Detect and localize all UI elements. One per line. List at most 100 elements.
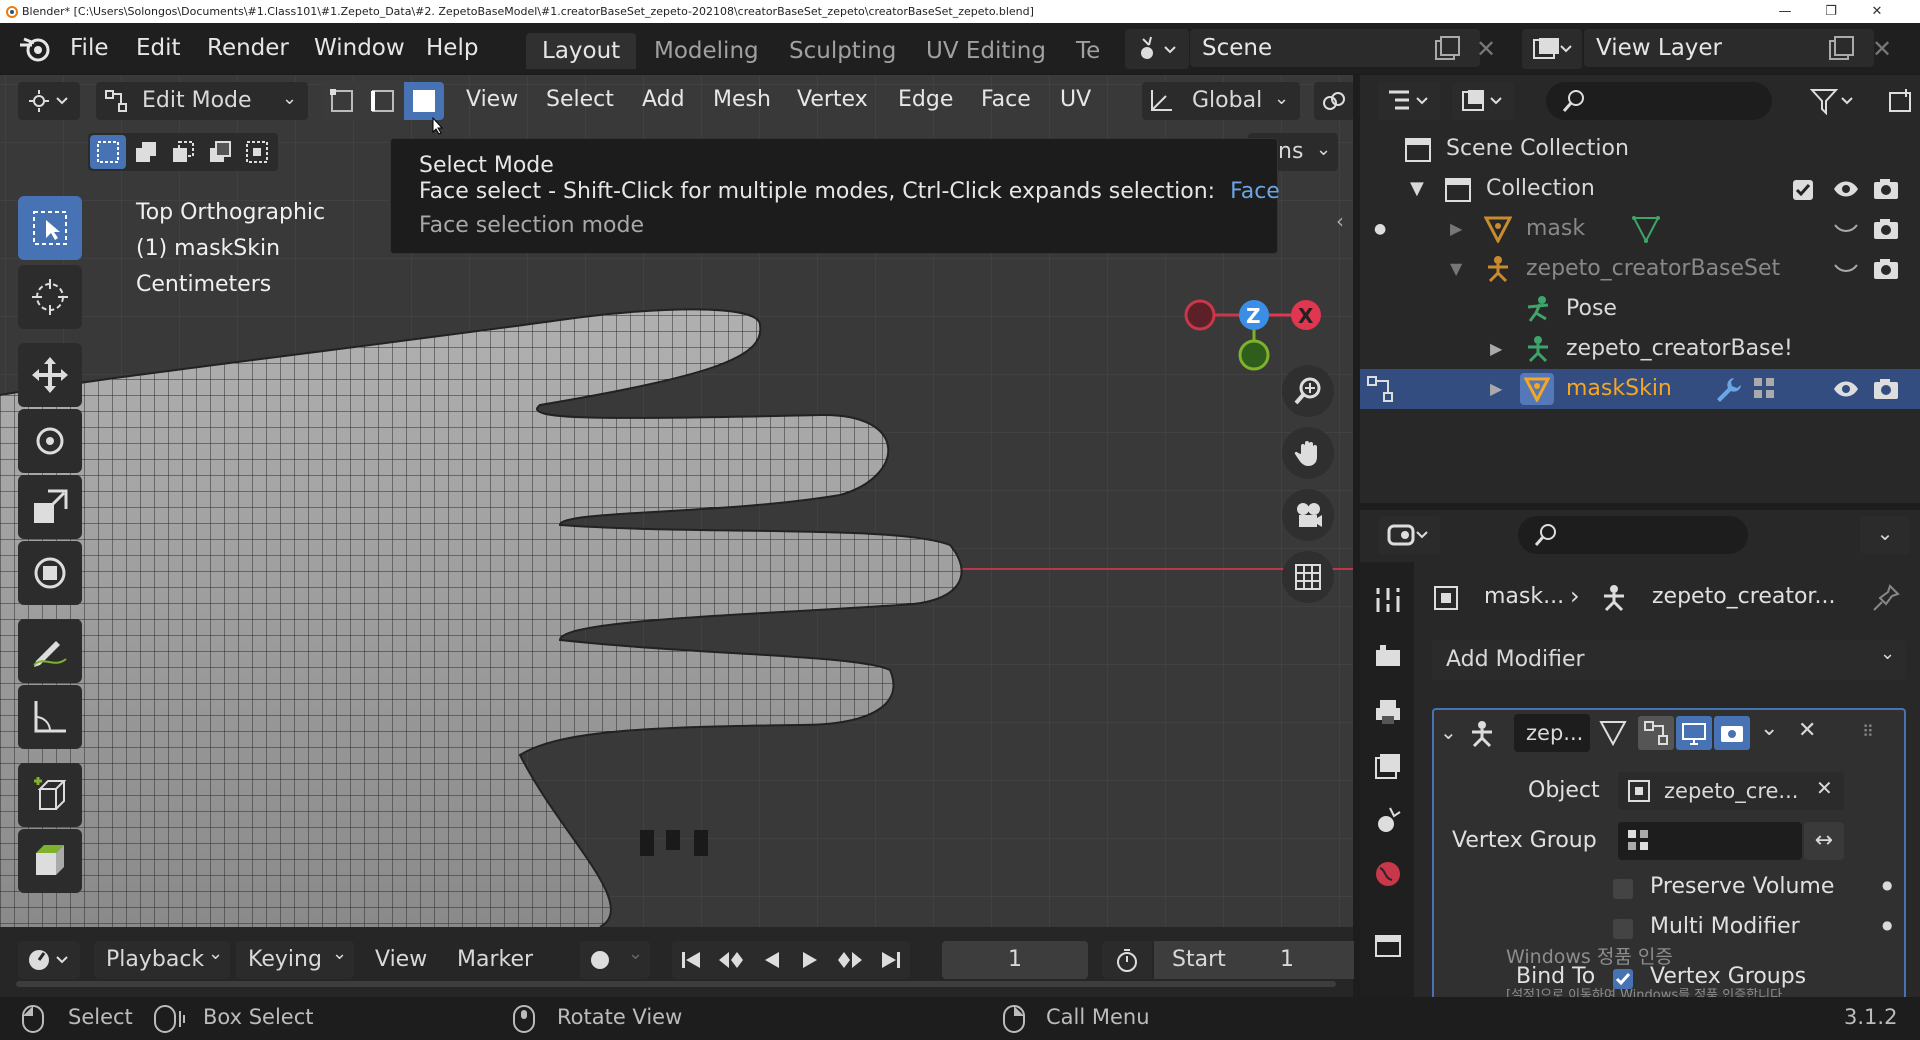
vertex-select-mode-button[interactable]: [322, 82, 362, 120]
start-frame-field[interactable]: Start 1: [1154, 941, 1354, 979]
tool-tab-icon[interactable]: [1374, 586, 1402, 614]
face-select-mode-button[interactable]: [404, 82, 444, 120]
view-layer-selector-button[interactable]: [1522, 29, 1582, 69]
eye-hidden-icon[interactable]: [1832, 257, 1860, 281]
current-frame-field[interactable]: 1: [942, 941, 1088, 979]
drag-handle-icon[interactable]: ⠿: [1862, 722, 1874, 741]
outliner-scene-collection[interactable]: Scene Collection: [1360, 129, 1920, 169]
playback-menu[interactable]: Playback ⌄: [94, 941, 230, 979]
outliner-collection[interactable]: ▼ Collection: [1360, 169, 1920, 209]
new-scene-icon[interactable]: [1432, 35, 1462, 63]
outliner-item-pose[interactable]: Pose: [1360, 289, 1920, 329]
toggle-projection-button[interactable]: [1282, 551, 1334, 603]
vertex-group-field[interactable]: [1618, 822, 1802, 860]
tab-uv-editing[interactable]: UV Editing: [910, 33, 1062, 69]
disclosure-closed-icon[interactable]: ▶: [1490, 369, 1502, 409]
maximize-button[interactable]: ❐: [1808, 0, 1854, 23]
pivot-point-button[interactable]: [1314, 82, 1353, 120]
prev-keyframe-icon[interactable]: [717, 949, 745, 971]
delete-view-layer-icon[interactable]: ✕: [1872, 35, 1892, 63]
menu-render[interactable]: Render: [207, 23, 289, 73]
menu-mesh[interactable]: Mesh: [713, 82, 771, 118]
realtime-display-icon[interactable]: [1676, 716, 1712, 750]
auto-keying-button[interactable]: ⌄: [580, 941, 650, 979]
camera-render-icon[interactable]: [1872, 257, 1900, 281]
camera-view-button[interactable]: [1282, 489, 1334, 541]
disclosure-open-icon[interactable]: ▼: [1450, 249, 1462, 289]
clear-object-icon[interactable]: ✕: [1816, 776, 1833, 800]
tab-sculpting[interactable]: Sculpting: [773, 33, 912, 69]
tab-texture-paint[interactable]: Te: [1060, 33, 1100, 69]
mode-selector[interactable]: Edit Mode ⌄: [96, 82, 308, 120]
menu-face[interactable]: Face: [981, 82, 1031, 118]
camera-render-icon[interactable]: [1872, 217, 1900, 241]
timeline-scrollbar[interactable]: [16, 981, 1336, 987]
outliner-search-input[interactable]: [1546, 82, 1772, 120]
properties-options-button[interactable]: ⌄: [1860, 516, 1910, 554]
menu-uv[interactable]: UV: [1060, 82, 1091, 118]
keying-menu[interactable]: Keying ⌄: [236, 941, 354, 979]
timeline-view-menu[interactable]: View: [375, 941, 427, 979]
scale-tool-button[interactable]: [18, 475, 82, 539]
new-view-layer-icon[interactable]: [1826, 35, 1856, 63]
select-extend-icon[interactable]: [128, 135, 164, 169]
annotate-tool-button[interactable]: [18, 619, 82, 683]
add-modifier-dropdown[interactable]: Add Modifier ⌄: [1432, 640, 1906, 680]
disclosure-closed-icon[interactable]: ▶: [1450, 209, 1462, 249]
play-icon[interactable]: [799, 949, 821, 971]
world-tab-icon[interactable]: [1374, 860, 1402, 888]
pan-button[interactable]: [1282, 427, 1334, 479]
extrude-tool-button[interactable]: [18, 829, 82, 893]
menu-add[interactable]: Add: [642, 82, 685, 118]
zoom-button[interactable]: [1282, 365, 1334, 417]
multi-modifier-checkbox[interactable]: [1612, 918, 1634, 940]
menu-select[interactable]: Select: [546, 82, 614, 118]
menu-vertex[interactable]: Vertex: [797, 82, 868, 118]
select-invert-icon[interactable]: [202, 135, 238, 169]
display-mode-button[interactable]: [1452, 82, 1514, 120]
edge-select-mode-button[interactable]: [363, 82, 403, 120]
pin-icon[interactable]: [1872, 584, 1900, 612]
edit-mode-icon[interactable]: [1366, 375, 1396, 405]
menu-file[interactable]: File: [70, 23, 109, 73]
select-new-icon[interactable]: [90, 135, 126, 169]
next-keyframe-icon[interactable]: [836, 949, 864, 971]
modifier-name-field[interactable]: zep...: [1514, 714, 1590, 752]
menu-edge[interactable]: Edge: [898, 82, 953, 118]
minimize-button[interactable]: —: [1762, 0, 1808, 23]
panel-collapse-icon[interactable]: ⌄: [1440, 720, 1457, 744]
keyframe-dot-icon[interactable]: ●: [1882, 878, 1892, 892]
menu-help[interactable]: Help: [426, 23, 478, 73]
disclosure-open-icon[interactable]: ▼: [1410, 169, 1424, 209]
keyframe-dot-icon[interactable]: ●: [1882, 918, 1892, 932]
outliner-item-maskskin[interactable]: ▶ maskSkin: [1360, 369, 1920, 409]
add-cube-tool-button[interactable]: [18, 763, 82, 827]
close-window-button[interactable]: ✕: [1854, 0, 1900, 23]
render-toggle-icon[interactable]: [1714, 716, 1750, 750]
tab-modeling[interactable]: Modeling: [638, 33, 775, 69]
render-tab-icon[interactable]: [1374, 642, 1402, 670]
rotate-tool-button[interactable]: [18, 409, 82, 473]
scene-tab-icon[interactable]: [1374, 806, 1402, 834]
outliner-item-armature-data[interactable]: ▶ zepeto_creatorBase!: [1360, 329, 1920, 369]
menu-view[interactable]: View: [466, 82, 518, 118]
jump-start-icon[interactable]: [680, 949, 702, 971]
delete-modifier-icon[interactable]: ✕: [1798, 718, 1816, 743]
cursor-tool-button[interactable]: [18, 265, 82, 329]
preserve-volume-checkbox[interactable]: [1612, 878, 1634, 900]
jump-end-icon[interactable]: [880, 949, 902, 971]
filter-button[interactable]: [1800, 82, 1864, 120]
timeline-marker-menu[interactable]: Marker: [457, 941, 533, 979]
transform-tool-button[interactable]: [18, 541, 82, 605]
use-preview-range-button[interactable]: [1102, 941, 1152, 979]
properties-search-input[interactable]: [1518, 516, 1748, 554]
tab-layout[interactable]: Layout: [526, 33, 637, 69]
invert-vertex-group-icon[interactable]: ↔: [1804, 822, 1844, 860]
cage-toggle-icon[interactable]: [1638, 716, 1674, 750]
eye-icon[interactable]: [1832, 177, 1860, 201]
modifier-menu-chevron-icon[interactable]: ⌄: [1760, 716, 1778, 741]
outliner-item-armature[interactable]: ▼ zepeto_creatorBaseSet: [1360, 249, 1920, 289]
new-collection-button[interactable]: [1880, 82, 1920, 120]
editor-type-button[interactable]: [18, 82, 80, 120]
move-tool-button[interactable]: [18, 343, 82, 407]
